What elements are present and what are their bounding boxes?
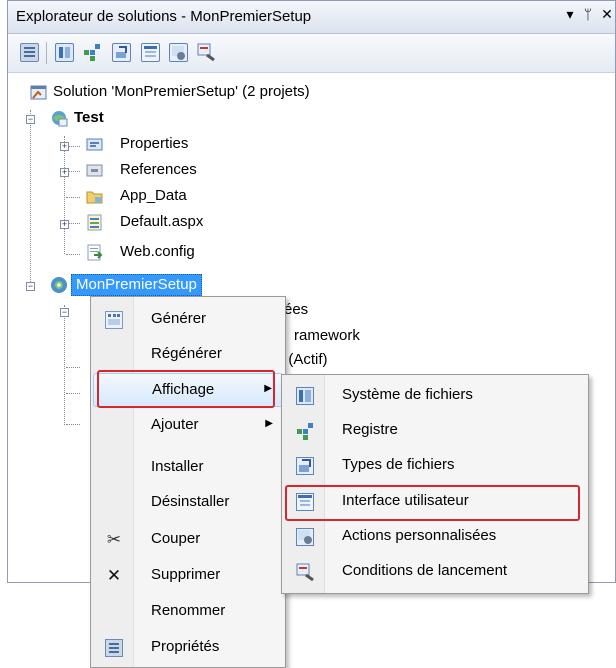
view-submenu: Système de fichiers Registre Types de fi… <box>281 374 589 594</box>
partial-label: ramework <box>294 327 360 344</box>
file-system-editor-icon <box>296 387 314 405</box>
properties-folder-icon <box>86 136 103 153</box>
custom-actions-editor-icon <box>296 528 314 546</box>
properties-icon[interactable] <box>20 43 39 62</box>
submenu-item-launch-conditions[interactable]: Conditions de lancement <box>284 555 586 589</box>
menu-item-desinstaller[interactable]: Désinstaller <box>93 486 283 520</box>
highlight-user-interface <box>285 485 580 521</box>
menu-item-label: Désinstaller <box>151 493 230 510</box>
menu-item-label: Système de fichiers <box>342 386 473 403</box>
custom-actions-editor-icon[interactable] <box>169 43 188 62</box>
pin-icon[interactable]: ᛘ <box>579 6 597 22</box>
partial-label: t (Actif) <box>280 351 328 368</box>
partial-label: ées <box>284 301 309 318</box>
menu-item-installer[interactable]: Installer <box>93 451 283 485</box>
solution-icon <box>30 84 47 101</box>
menu-item-label: Couper <box>151 530 201 547</box>
file-types-editor-icon[interactable] <box>112 43 131 62</box>
menu-item-label: Propriétés <box>151 638 220 655</box>
collapse-icon[interactable]: − <box>26 115 35 124</box>
menu-item-label: Actions personnalisées <box>342 527 497 544</box>
menu-item-label: Registre <box>342 421 398 438</box>
submenu-item-custom-actions[interactable]: Actions personnalisées <box>284 520 586 554</box>
menu-item-label: Renommer <box>151 602 226 619</box>
registry-editor-icon <box>296 422 314 440</box>
launch-conditions-editor-icon <box>296 563 314 582</box>
setup-project-icon <box>50 276 67 293</box>
menu-item-renommer[interactable]: Renommer <box>93 595 283 629</box>
default-aspx-label: Default.aspx <box>120 213 204 230</box>
window-title: Explorateur de solutions - MonPremierSet… <box>16 8 312 25</box>
menu-item-label: Supprimer <box>151 566 221 583</box>
collapse-icon[interactable]: − <box>60 308 69 317</box>
context-menu: Générer Régénérer Affichage ▶ Ajouter ▶ … <box>90 296 286 668</box>
project-label: Test <box>74 109 104 126</box>
folder-icon <box>86 188 103 205</box>
references-label: References <box>120 161 197 178</box>
menu-item-label: Régénérer <box>151 345 222 362</box>
toolbar-separator <box>46 42 47 64</box>
app-data-label: App_Data <box>120 187 187 204</box>
file-system-editor-icon[interactable] <box>55 43 74 62</box>
title-bar: Explorateur de solutions - MonPremierSet… <box>8 1 615 34</box>
user-interface-editor-icon[interactable] <box>141 43 160 62</box>
aspx-file-icon <box>86 214 103 231</box>
menu-item-label: Générer <box>151 310 207 327</box>
web-config-label: Web.config <box>120 243 195 260</box>
collapse-icon[interactable]: − <box>26 282 35 291</box>
close-icon[interactable]: ✕ <box>598 6 616 23</box>
launch-conditions-editor-icon[interactable] <box>197 43 216 62</box>
expand-icon[interactable]: + <box>60 220 69 229</box>
submenu-item-file-system[interactable]: Système de fichiers <box>284 379 586 413</box>
delete-icon: ✕ <box>106 566 122 585</box>
expand-icon[interactable]: + <box>60 168 69 177</box>
menu-item-generer[interactable]: Générer <box>93 303 283 337</box>
highlight-affichage <box>97 370 275 408</box>
menu-item-proprietes[interactable]: Propriétés <box>93 631 283 665</box>
references-folder-icon <box>86 162 103 179</box>
setup-project-label: MonPremierSetup <box>71 274 202 296</box>
menu-item-ajouter[interactable]: Ajouter ▶ <box>93 409 283 443</box>
solution-label: Solution 'MonPremierSetup' (2 projets) <box>53 83 310 100</box>
submenu-item-file-types[interactable]: Types de fichiers <box>284 449 586 483</box>
file-types-editor-icon <box>296 457 314 475</box>
properties-label: Properties <box>120 135 189 152</box>
dropdown-icon[interactable]: ▾ <box>561 6 579 23</box>
web-project-icon <box>50 109 68 127</box>
menu-item-couper[interactable]: ✂ Couper <box>93 523 283 557</box>
expand-icon[interactable]: + <box>60 142 69 151</box>
registry-editor-icon[interactable] <box>83 43 102 62</box>
toolbar <box>8 34 615 73</box>
submenu-arrow-icon: ▶ <box>265 418 273 429</box>
menu-item-regenerer[interactable]: Régénérer <box>93 338 283 372</box>
menu-item-label: Installer <box>151 458 204 475</box>
config-file-icon <box>86 244 103 261</box>
properties-icon <box>105 639 123 657</box>
menu-item-supprimer[interactable]: ✕ Supprimer <box>93 559 283 593</box>
menu-item-label: Conditions de lancement <box>342 562 508 579</box>
submenu-item-registry[interactable]: Registre <box>284 414 586 448</box>
build-icon <box>105 311 123 329</box>
menu-item-label: Types de fichiers <box>342 456 455 473</box>
menu-item-label: Ajouter <box>151 416 199 433</box>
scissors-icon: ✂ <box>106 530 122 549</box>
